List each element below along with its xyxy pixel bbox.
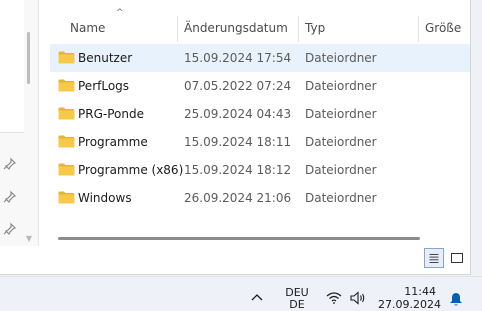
volume-icon[interactable] <box>349 291 367 305</box>
scroll-down-arrow-icon[interactable]: ▼ <box>24 234 34 244</box>
file-type: Dateiordner <box>305 163 377 177</box>
file-name: PerfLogs <box>78 79 130 93</box>
folder-icon <box>58 51 75 64</box>
file-date: 07.05.2022 07:24 <box>184 79 292 93</box>
file-type: Dateiordner <box>305 79 377 93</box>
file-type: Dateiordner <box>305 51 377 65</box>
file-name: Programme (x86) <box>78 163 184 177</box>
folder-icon <box>58 135 75 148</box>
clock[interactable]: 11:44 27.09.2024 <box>378 285 441 311</box>
column-header-row: ^ Name Änderungsdatum Typ Größe <box>50 9 470 42</box>
file-row[interactable]: Benutzer 15.09.2024 17:54 Dateiordner <box>50 44 470 72</box>
language-indicator[interactable]: DEU DE <box>284 287 310 311</box>
folder-icon <box>58 107 75 120</box>
file-date: 15.09.2024 18:12 <box>184 163 292 177</box>
column-divider[interactable] <box>418 16 419 42</box>
wifi-icon[interactable] <box>326 292 342 304</box>
horizontal-scrollbar[interactable] <box>50 230 470 244</box>
horizontal-scrollbar-thumb[interactable] <box>58 237 420 240</box>
folder-icon <box>58 163 75 176</box>
column-header-date[interactable]: Änderungsdatum <box>184 14 302 42</box>
file-name: Windows <box>78 191 132 205</box>
file-type: Dateiordner <box>305 107 377 121</box>
file-explorer-window: ▼ ^ Name Änderungsdatum Typ Größe Benutz… <box>0 0 471 275</box>
column-divider[interactable] <box>298 16 299 42</box>
column-divider[interactable] <box>177 16 178 42</box>
keyboard-layout: DE <box>289 298 305 311</box>
navigation-scrollbar[interactable]: ▼ <box>24 12 36 244</box>
column-header-size[interactable]: Größe <box>425 14 469 42</box>
clock-time: 11:44 <box>404 285 436 298</box>
file-type: Dateiordner <box>305 135 377 149</box>
pin-icon[interactable] <box>2 222 18 236</box>
large-icons-view-icon[interactable] <box>447 248 467 268</box>
file-date: 15.09.2024 17:54 <box>184 51 292 65</box>
navigation-pane: ▼ <box>0 0 39 246</box>
column-header-name[interactable]: Name <box>70 14 174 42</box>
folder-icon <box>58 79 75 92</box>
pin-icon[interactable] <box>2 157 18 171</box>
file-date: 15.09.2024 18:11 <box>184 135 292 149</box>
chevron-up-icon[interactable] <box>251 293 263 301</box>
file-row[interactable]: Programme (x86) 15.09.2024 18:12 Dateior… <box>50 156 470 184</box>
navigation-pane-top <box>0 0 24 133</box>
file-name: PRG-Ponde <box>78 107 144 121</box>
clock-date: 27.09.2024 <box>378 298 441 311</box>
file-date: 25.09.2024 04:43 <box>184 107 292 121</box>
file-type: Dateiordner <box>305 191 377 205</box>
file-row[interactable]: PRG-Ponde 25.09.2024 04:43 Dateiordner <box>50 100 470 128</box>
file-row[interactable]: Windows 26.09.2024 21:06 Dateiordner <box>50 184 470 212</box>
file-name: Programme <box>78 135 148 149</box>
file-row[interactable]: PerfLogs 07.05.2022 07:24 Dateiordner <box>50 72 470 100</box>
file-name: Benutzer <box>78 51 133 65</box>
column-header-type[interactable]: Typ <box>305 14 415 42</box>
notification-bell-icon[interactable] <box>449 292 463 307</box>
file-date: 26.09.2024 21:06 <box>184 191 292 205</box>
details-view-icon[interactable] <box>424 248 444 268</box>
navigation-scrollbar-thumb[interactable] <box>27 32 30 84</box>
status-bar <box>0 246 470 274</box>
folder-icon <box>58 191 75 204</box>
taskbar: DEU DE 11:44 27.09.2024 <box>0 276 482 311</box>
file-row[interactable]: Programme 15.09.2024 18:11 Dateiordner <box>50 128 470 156</box>
file-list: Benutzer 15.09.2024 17:54 Dateiordner Pe… <box>50 44 470 212</box>
pin-icon[interactable] <box>2 190 18 204</box>
